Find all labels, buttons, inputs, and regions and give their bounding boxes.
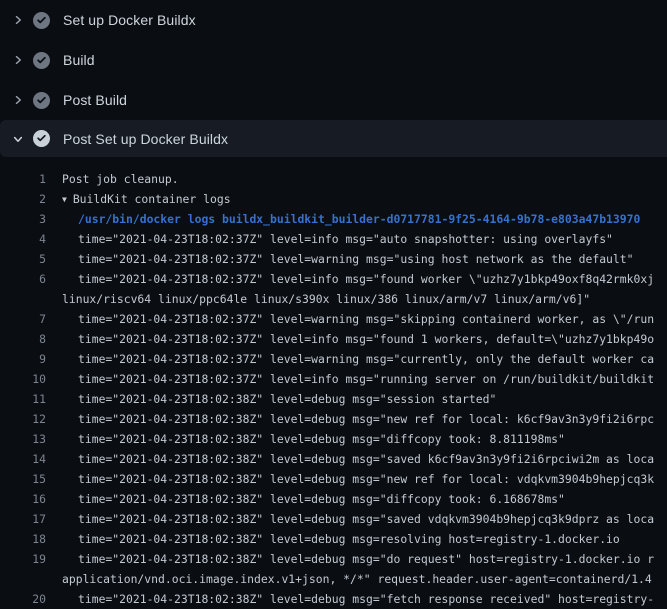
step-header-post-build[interactable]: Post Build [0,80,667,120]
log-line-number[interactable]: 5 [0,249,46,269]
log-line-number[interactable]: 15 [0,469,46,489]
log-line-number[interactable]: 18 [0,529,46,549]
log-lines: 1Post job cleanup.2 ▼ BuildKit container l… [0,157,667,609]
log-line-number[interactable]: 20 [0,589,46,609]
log-line: 13time="2021-04-23T18:02:38Z" level=debu… [0,429,667,449]
log-line-number[interactable]: 12 [0,409,46,429]
log-line: 3/usr/bin/docker logs buildx_buildkit_bu… [0,209,667,229]
log-line-number[interactable]: 3 [0,209,46,229]
log-line-text: time="2021-04-23T18:02:38Z" level=debug … [46,469,654,489]
log-line: linux/riscv64 linux/ppc64le linux/s390x … [0,289,667,309]
log-line: 18time="2021-04-23T18:02:38Z" level=debu… [0,529,667,549]
log-line-number[interactable]: 2 [0,189,46,209]
check-circle-icon [33,12,50,29]
log-command-text: /usr/bin/docker logs buildx_buildkit_bui… [46,209,640,229]
step-title: Build [63,52,95,68]
log-line-number[interactable]: 8 [0,329,46,349]
log-line: 8time="2021-04-23T18:02:37Z" level=info … [0,329,667,349]
log-line-number[interactable]: 1 [0,169,46,189]
log-line-number [0,289,46,309]
log-line-text: time="2021-04-23T18:02:38Z" level=debug … [46,589,654,609]
log-line: 10time="2021-04-23T18:02:37Z" level=info… [0,369,667,389]
step-header-set-up-docker-buildx[interactable]: Set up Docker Buildx [0,0,667,40]
log-line: 15time="2021-04-23T18:02:38Z" level=debu… [0,469,667,489]
log-line-text: linux/riscv64 linux/ppc64le linux/s390x … [46,289,590,309]
log-line-number[interactable]: 17 [0,509,46,529]
log-group-header[interactable]: ▼ BuildKit container logs [46,189,231,209]
log-line-text: time="2021-04-23T18:02:38Z" level=debug … [46,509,654,529]
check-circle-icon [33,92,50,109]
log-line-text: time="2021-04-23T18:02:37Z" level=warnin… [46,249,633,269]
log-line: 19time="2021-04-23T18:02:38Z" level=debu… [0,549,667,569]
log-line-number[interactable]: 19 [0,549,46,569]
chevron-right-icon [10,12,26,28]
chevron-right-icon [10,92,26,108]
log-line-number[interactable]: 16 [0,489,46,509]
log-line: 7time="2021-04-23T18:02:37Z" level=warni… [0,309,667,329]
log-line-text: Post job cleanup. [46,169,179,189]
check-circle-icon [33,130,50,147]
log-line: 1Post job cleanup. [0,169,667,189]
log-line-text: time="2021-04-23T18:02:38Z" level=debug … [46,489,565,509]
log-line-text: time="2021-04-23T18:02:38Z" level=debug … [46,449,654,469]
log-line-text: time="2021-04-23T18:02:37Z" level=info m… [46,329,654,349]
log-line-text: time="2021-04-23T18:02:37Z" level=info m… [46,229,613,249]
log-line-text: time="2021-04-23T18:02:37Z" level=warnin… [46,309,654,329]
chevron-right-icon [10,52,26,68]
group-title: BuildKit container logs [73,192,231,206]
step-title: Set up Docker Buildx [63,12,196,28]
log-line: 5time="2021-04-23T18:02:37Z" level=warni… [0,249,667,269]
log-line-text: time="2021-04-23T18:02:38Z" level=debug … [46,549,654,569]
step-title: Post Build [63,92,127,108]
log-line: 17time="2021-04-23T18:02:38Z" level=debu… [0,509,667,529]
log-line-number[interactable]: 11 [0,389,46,409]
log-line-text: time="2021-04-23T18:02:37Z" level=info m… [46,369,654,389]
log-line: 2 ▼ BuildKit container logs [0,189,667,209]
workflow-steps-list: Set up Docker Buildx Build Post Build Po… [0,0,667,157]
log-line-number[interactable]: 6 [0,269,46,289]
log-line: 9time="2021-04-23T18:02:37Z" level=warni… [0,349,667,369]
log-line-text: time="2021-04-23T18:02:38Z" level=debug … [46,409,654,429]
step-header-build[interactable]: Build [0,40,667,80]
log-line-text: time="2021-04-23T18:02:38Z" level=debug … [46,529,620,549]
log-line-text: time="2021-04-23T18:02:38Z" level=debug … [46,429,565,449]
log-line-number[interactable]: 9 [0,349,46,369]
log-line: application/vnd.oci.image.index.v1+json,… [0,569,667,589]
log-line: 16time="2021-04-23T18:02:38Z" level=debu… [0,489,667,509]
log-line: 6time="2021-04-23T18:02:37Z" level=info … [0,269,667,289]
check-circle-icon [33,52,50,69]
group-collapse-icon: ▼ [62,190,67,210]
log-line: 4time="2021-04-23T18:02:37Z" level=info … [0,229,667,249]
log-line-number[interactable]: 4 [0,229,46,249]
chevron-down-icon [10,131,26,147]
log-line-text: time="2021-04-23T18:02:38Z" level=debug … [46,389,496,409]
log-line: 11time="2021-04-23T18:02:38Z" level=debu… [0,389,667,409]
log-line-text: time="2021-04-23T18:02:37Z" level=info m… [46,269,654,289]
step-title: Post Set up Docker Buildx [63,131,228,147]
log-line-number[interactable]: 13 [0,429,46,449]
log-line-number [0,569,46,589]
step-header-post-set-up-docker-buildx[interactable]: Post Set up Docker Buildx [0,120,667,157]
log-line-number[interactable]: 7 [0,309,46,329]
log-line: 12time="2021-04-23T18:02:38Z" level=debu… [0,409,667,429]
log-line-number[interactable]: 10 [0,369,46,389]
log-line-number[interactable]: 14 [0,449,46,469]
log-line-text: application/vnd.oci.image.index.v1+json,… [46,569,652,589]
log-line: 20time="2021-04-23T18:02:38Z" level=debu… [0,589,667,609]
log-line: 14time="2021-04-23T18:02:38Z" level=debu… [0,449,667,469]
log-line-text: time="2021-04-23T18:02:37Z" level=warnin… [46,349,654,369]
